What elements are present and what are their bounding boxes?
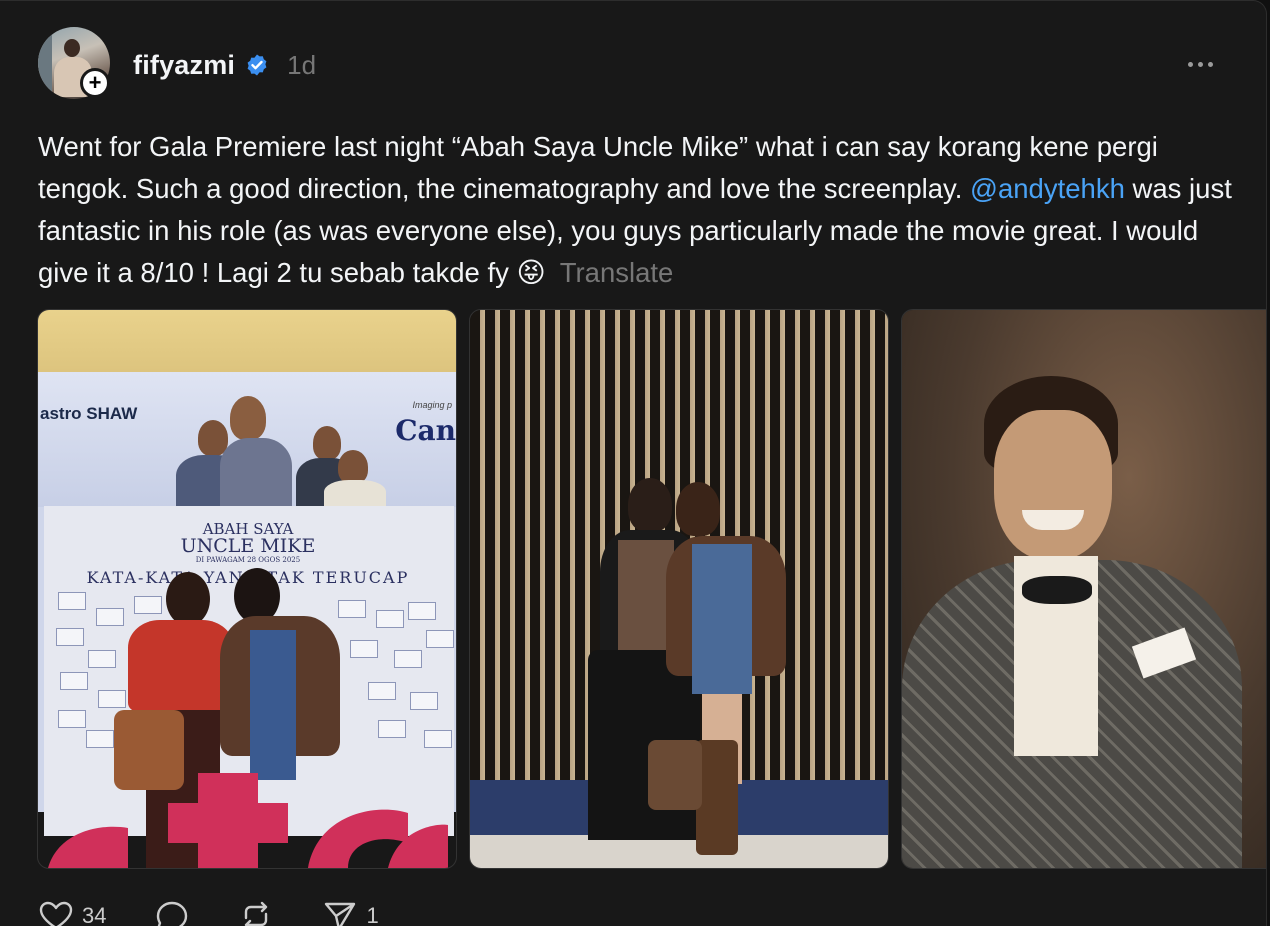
post-card: + fifyazmi 1d Went for Gala Premiere las…	[0, 0, 1267, 926]
username[interactable]: fifyazmi	[133, 50, 235, 81]
avatar-background	[38, 27, 52, 99]
movie-title-line2: UNCLE MIKE	[180, 535, 316, 557]
mention-link[interactable]: @andytehkh	[970, 173, 1125, 204]
send-icon	[325, 902, 356, 926]
release-date-text: DI PAWAGAM 28 OGOS 2025	[195, 556, 301, 564]
photo-brand-text: Can	[395, 414, 456, 447]
translate-link[interactable]: Translate	[560, 257, 674, 288]
comment-icon	[157, 901, 188, 926]
post-photo-3[interactable]	[901, 309, 1266, 869]
heart-icon	[39, 901, 73, 926]
avatar-figure-head	[64, 39, 80, 57]
astro-letter-sign	[48, 773, 448, 868]
repost-button[interactable]	[238, 900, 274, 926]
reply-button[interactable]	[154, 900, 190, 926]
post-photo-2[interactable]	[469, 309, 889, 869]
post-header: fifyazmi 1d	[133, 45, 316, 85]
post-photo-1[interactable]: astro SHAW Imaging p Can ABAH SAYA UNCLE…	[37, 309, 457, 869]
more-options-icon[interactable]	[1178, 51, 1222, 77]
repost-icon	[245, 901, 268, 926]
share-button[interactable]: 1	[322, 900, 379, 926]
post-timestamp: 1d	[287, 49, 317, 80]
share-count: 1	[366, 903, 379, 926]
post-body: Went for Gala Premiere last night “Abah …	[38, 126, 1238, 294]
like-button[interactable]: 34	[38, 900, 106, 926]
emoji: 😝	[516, 257, 546, 288]
verified-badge-icon	[247, 54, 267, 76]
post-actions: 34 1	[38, 899, 427, 926]
photo-imaging-text: Imaging p	[412, 400, 452, 410]
follow-plus-icon[interactable]: +	[80, 68, 110, 98]
photo-logo-text: astro SHAW	[40, 404, 138, 423]
like-count: 34	[82, 903, 107, 926]
